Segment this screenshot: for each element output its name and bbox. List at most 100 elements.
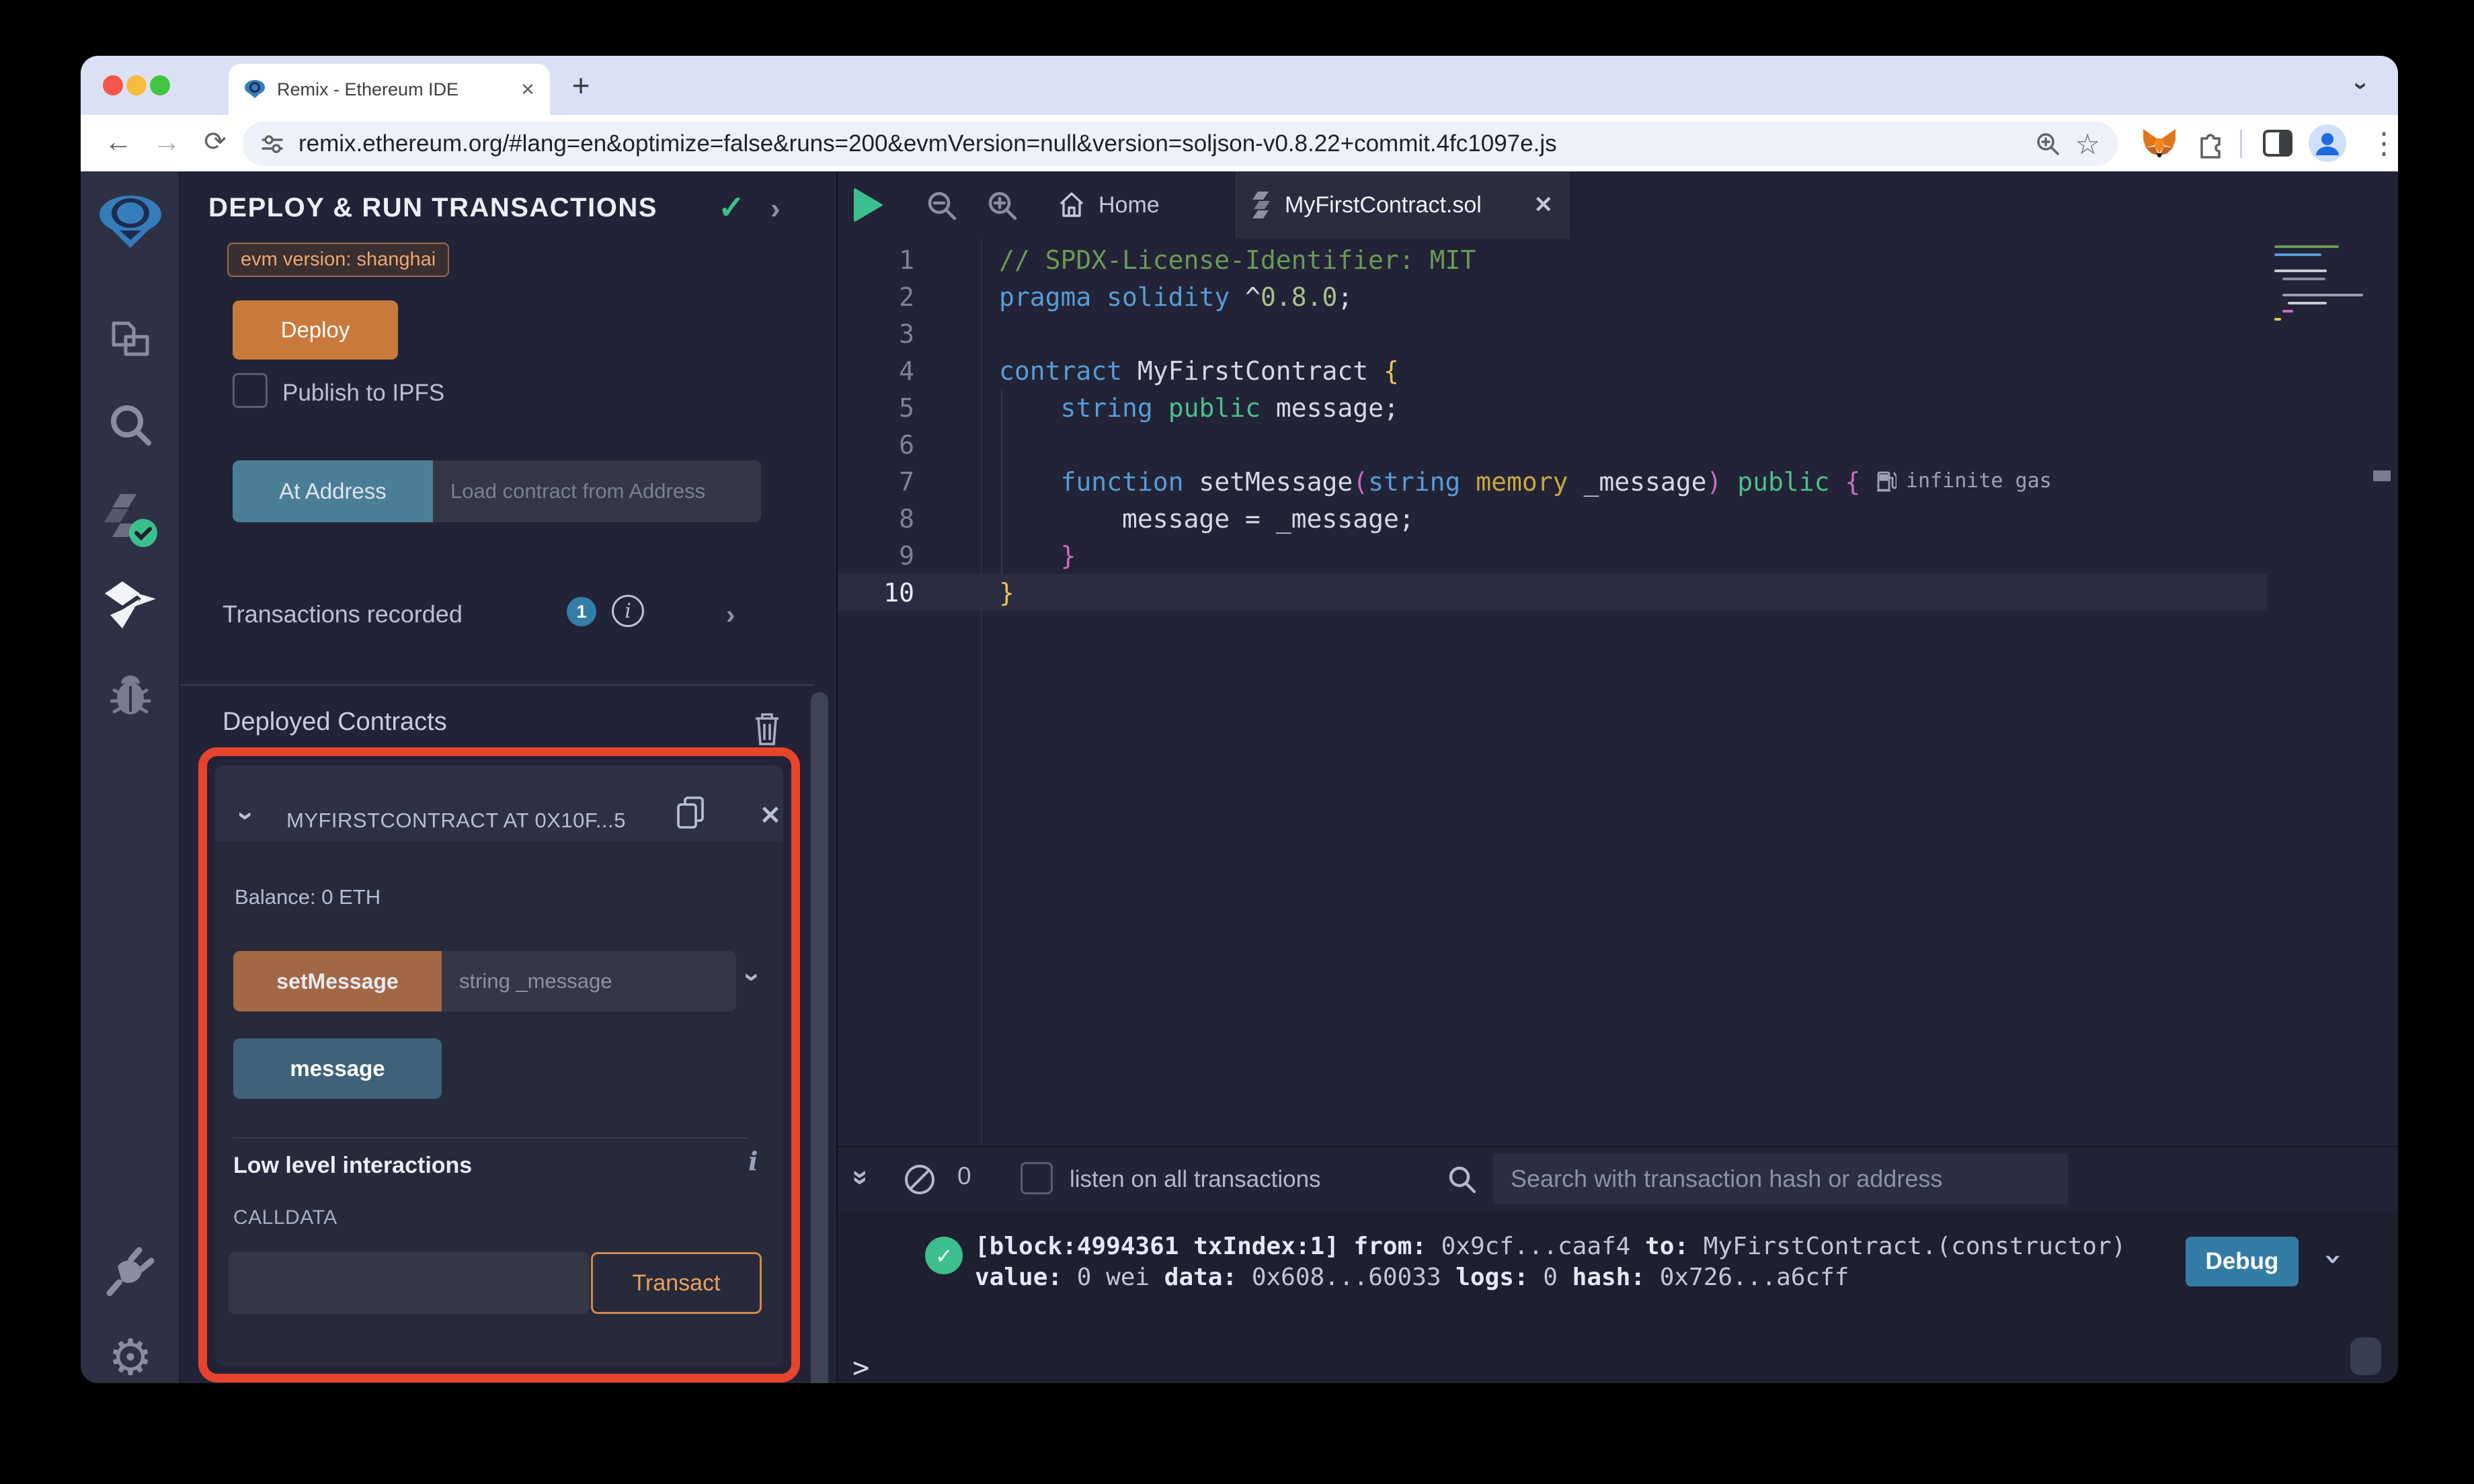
line-number: 8 — [899, 503, 914, 534]
tab-home-label: Home — [1099, 192, 1160, 218]
transactions-info-icon[interactable]: i — [612, 595, 644, 627]
minimap[interactable] — [2274, 245, 2372, 326]
transactions-count-badge: 1 — [567, 597, 596, 626]
line-number: 5 — [899, 393, 914, 423]
clear-console-icon[interactable] — [905, 1165, 934, 1194]
terminal-prompt[interactable]: > — [852, 1351, 869, 1383]
zoom-out-icon[interactable] — [925, 189, 959, 222]
editor-tabbar: Home MyFirstContract.sol ✕ — [838, 171, 2398, 239]
tab-close-icon[interactable]: ✕ — [1534, 192, 1554, 218]
settings-gear-icon[interactable]: ⚙ — [81, 1329, 180, 1383]
metamask-icon[interactable] — [2139, 123, 2180, 163]
tx-success-icon: ✓ — [925, 1237, 963, 1274]
tx-log-line[interactable]: [block:4994361 txIndex:1] from: 0x9cf...… — [975, 1233, 2126, 1260]
bookmark-star-icon[interactable]: ☆ — [2075, 128, 2100, 161]
profile-avatar[interactable] — [2307, 123, 2348, 163]
code-line[interactable]: 3 — [838, 315, 2267, 352]
annotation-highlight-box — [198, 747, 800, 1383]
compile-success-icon: ✓ — [718, 190, 746, 226]
forward-icon[interactable]: → — [148, 122, 186, 162]
address-bar[interactable]: remix.ethereum.org/#lang=en&optimize=fal… — [242, 122, 2118, 166]
evm-version-badge: evm version: shanghai — [227, 243, 450, 277]
overview-ruler-mark — [2373, 470, 2391, 481]
mac-close-button[interactable] — [103, 75, 123, 95]
file-explorer-icon[interactable] — [81, 314, 180, 364]
run-script-icon[interactable] — [854, 188, 883, 222]
terminal-log[interactable]: ✓ [block:4994361 txIndex:1] from: 0x9cf.… — [838, 1211, 2398, 1383]
extensions-icon[interactable] — [2190, 123, 2231, 163]
tab-search-icon[interactable]: › — [2345, 69, 2379, 103]
code-line[interactable]: 10} — [838, 574, 2267, 611]
debugger-icon[interactable] — [81, 670, 180, 718]
publish-ipfs-checkbox[interactable] — [233, 373, 268, 408]
solidity-file-icon — [1252, 190, 1273, 220]
search-icon[interactable] — [81, 401, 180, 448]
home-icon — [1057, 190, 1086, 220]
at-address-input[interactable] — [433, 460, 761, 522]
terminal-search-input[interactable] — [1493, 1153, 2068, 1204]
remix-favicon — [243, 78, 266, 101]
browser-toolbar: ← → ⟳ remix.ethereum.org/#lang=en&optimi… — [81, 115, 2398, 171]
remix-logo-icon[interactable] — [81, 190, 180, 252]
code-line[interactable]: 5 string public message; — [838, 389, 2267, 426]
browser-tab[interactable]: Remix - Ethereum IDE ✕ — [229, 64, 550, 115]
pending-tx-count: 0 — [957, 1162, 971, 1190]
debug-button[interactable]: Debug — [2186, 1237, 2299, 1286]
code-line[interactable]: 6 — [838, 426, 2267, 463]
panel-scrollbar[interactable] — [811, 692, 828, 1383]
code-line[interactable]: 2 pragma solidity ^0.8.0; — [838, 278, 2267, 315]
deployed-contracts-label: Deployed Contracts — [223, 708, 447, 736]
browser-menu-icon[interactable]: ⋮ — [2364, 123, 2398, 163]
tab-close-icon[interactable]: ✕ — [520, 79, 535, 100]
code-line[interactable]: 9 } — [838, 537, 2267, 574]
code-line[interactable]: 4 contract MyFirstContract { — [838, 352, 2267, 389]
terminal-controls: » 0 listen on all transactions — [838, 1147, 2398, 1211]
code-line[interactable]: 1// SPDX-License-Identifier: MIT — [838, 241, 2267, 278]
mac-zoom-button[interactable] — [150, 75, 170, 95]
main-area: Home MyFirstContract.sol ✕ 1// SPDX-Lice… — [838, 171, 2398, 1383]
side-panel-icon[interactable] — [2258, 123, 2298, 163]
panel-title: DEPLOY & RUN TRANSACTIONS — [208, 193, 657, 222]
plugin-manager-icon[interactable] — [81, 1243, 180, 1298]
clear-contracts-trash-icon[interactable] — [752, 710, 783, 747]
desktop: Remix - Ethereum IDE ✕ + › ← → ⟳ remix.e… — [0, 0, 2474, 1484]
transactions-expand-icon[interactable]: › — [726, 602, 735, 628]
gas-pump-icon — [1876, 468, 1897, 493]
browser-tabstrip: Remix - Ethereum IDE ✕ + › — [81, 56, 2398, 115]
listen-transactions-checkbox[interactable] — [1021, 1162, 1053, 1194]
indent-guide — [1001, 389, 1002, 574]
code-line[interactable]: 7 function setMessage(string memory _mes… — [838, 463, 2267, 500]
panel-expand-icon[interactable]: › — [770, 194, 781, 224]
line-number: 7 — [899, 466, 914, 497]
code-lines: 1// SPDX-License-Identifier: MIT 2 pragma … — [838, 241, 2267, 611]
tab-myfirstcontract[interactable]: MyFirstContract.sol ✕ — [1234, 171, 1572, 239]
at-address-button[interactable]: At Address — [233, 460, 433, 522]
tx-log-line[interactable]: value: 0 wei data: 0x608...60033 logs: 0… — [975, 1264, 1849, 1291]
reload-icon[interactable]: ⟳ — [196, 122, 234, 162]
deploy-button[interactable]: Deploy — [233, 300, 398, 360]
back-icon[interactable]: ← — [99, 122, 137, 162]
solidity-compiler-icon[interactable] — [81, 493, 180, 549]
zoom-in-icon[interactable] — [986, 189, 1019, 222]
icon-rail: ⚙ — [81, 171, 180, 1383]
gas-annotation: infinite gas — [1876, 468, 2052, 493]
mac-minimize-button[interactable] — [126, 75, 147, 95]
tx-expand-icon[interactable]: › — [2316, 1249, 2352, 1268]
line-number: 10 — [883, 577, 914, 608]
site-settings-icon[interactable] — [260, 131, 285, 157]
deploy-run-icon[interactable] — [81, 580, 180, 631]
terminal-collapse-icon[interactable]: » — [846, 1169, 878, 1185]
code-editor[interactable]: 1// SPDX-License-Identifier: MIT 2 pragma … — [838, 239, 2398, 1146]
url-text[interactable]: remix.ethereum.org/#lang=en&optimize=fal… — [298, 130, 2021, 157]
deploy-run-panel: DEPLOY & RUN TRANSACTIONS ✓ › evm versio… — [180, 171, 838, 1383]
panel-divider — [180, 684, 813, 686]
code-line[interactable]: 8 message = _message; — [838, 500, 2267, 537]
zoom-indicator-icon[interactable] — [2034, 130, 2061, 157]
line-number: 9 — [899, 540, 914, 571]
new-tab-button[interactable]: + — [562, 67, 600, 104]
tab-title: Remix - Ethereum IDE — [277, 79, 459, 99]
tab-home[interactable]: Home — [1039, 171, 1177, 239]
line-number: 2 — [899, 282, 914, 312]
terminal-scrollbar[interactable] — [2350, 1337, 2381, 1375]
line-number: 1 — [899, 245, 914, 275]
